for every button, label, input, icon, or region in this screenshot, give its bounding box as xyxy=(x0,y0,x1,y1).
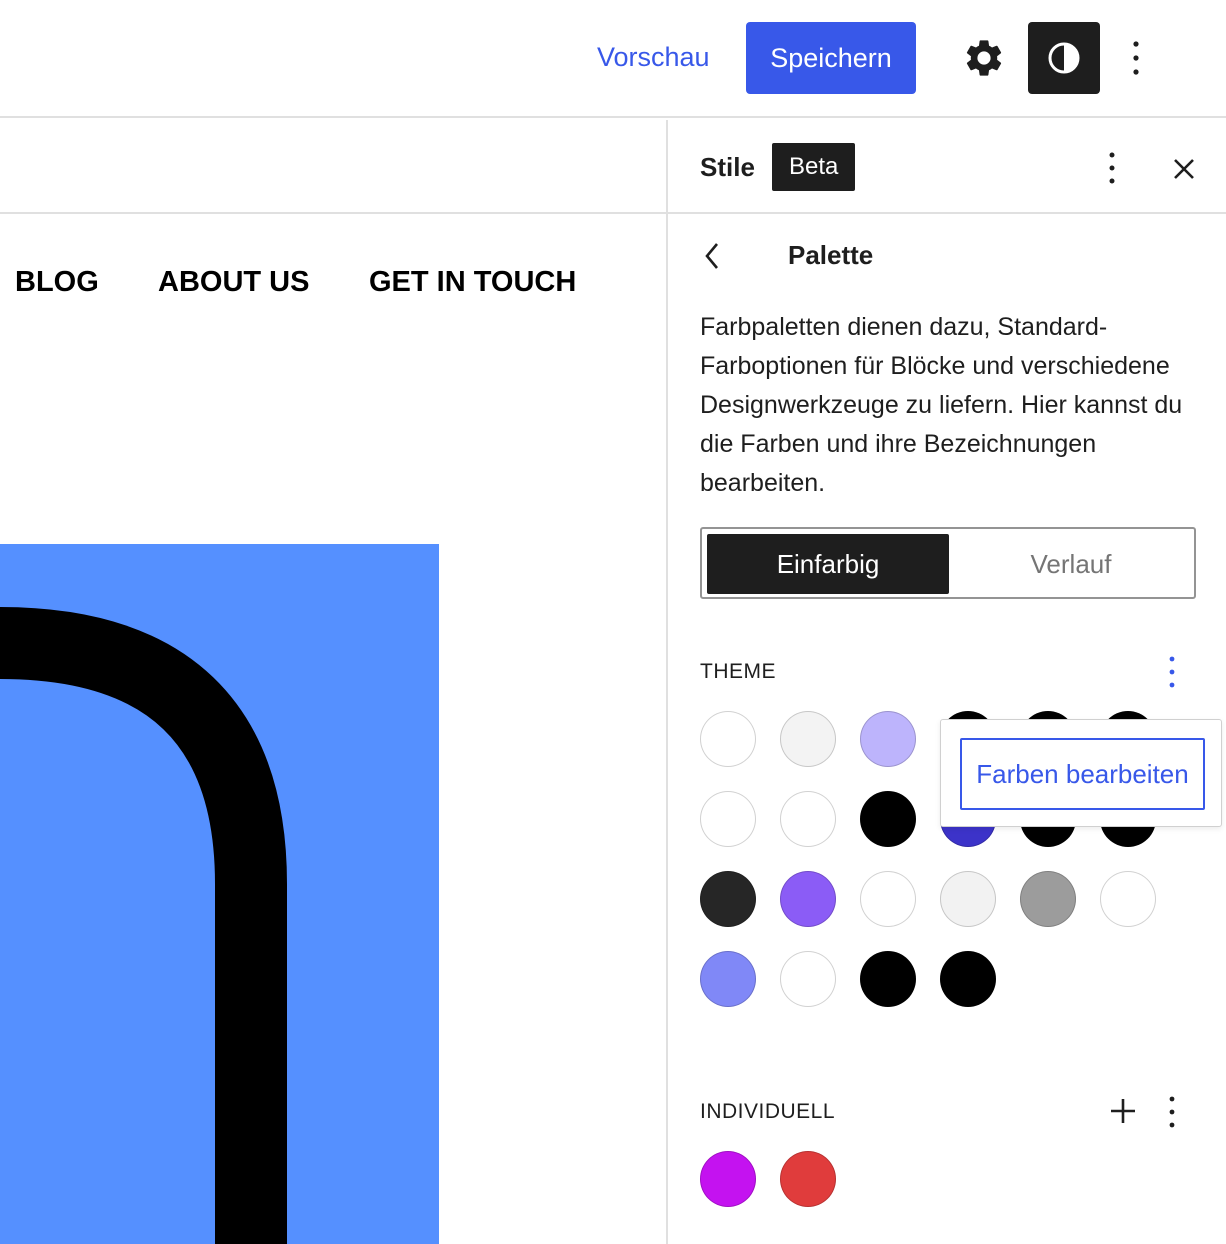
theme-section-label: THEME xyxy=(700,660,776,683)
theme-options-popover: Farben bearbeiten xyxy=(940,719,1222,827)
theme-color-swatch[interactable] xyxy=(860,871,916,927)
theme-color-swatch[interactable] xyxy=(700,711,756,767)
segment-solid[interactable]: Einfarbig xyxy=(707,534,949,594)
segment-gradient[interactable]: Verlauf xyxy=(952,534,1190,594)
save-button[interactable]: Speichern xyxy=(746,22,916,94)
theme-color-swatch[interactable] xyxy=(940,871,996,927)
custom-options-kebab-icon[interactable] xyxy=(1158,1092,1186,1132)
editor-top-toolbar: Vorschau Speichern xyxy=(0,0,1226,118)
styles-sidebar: Stile Beta Palette Farbpaletten dienen d… xyxy=(668,120,1226,1244)
theme-color-swatch[interactable] xyxy=(940,951,996,1007)
options-kebab-icon[interactable] xyxy=(1118,36,1154,80)
styles-toggle-button[interactable] xyxy=(1028,22,1100,94)
theme-color-swatch[interactable] xyxy=(780,711,836,767)
edit-colors-menu-item[interactable]: Farben bearbeiten xyxy=(960,738,1205,810)
add-color-plus-icon[interactable] xyxy=(1108,1096,1138,1126)
theme-color-swatch[interactable] xyxy=(700,951,756,1007)
arch-graphic xyxy=(0,607,287,1244)
custom-section-label: INDIVIDUELL xyxy=(700,1100,836,1123)
theme-color-swatch[interactable] xyxy=(860,951,916,1007)
settings-gear-icon[interactable] xyxy=(962,36,1006,80)
back-chevron-icon[interactable] xyxy=(698,238,728,274)
sidebar-header: Stile Beta xyxy=(668,120,1226,214)
color-type-toggle: Einfarbig Verlauf xyxy=(700,527,1196,599)
sidebar-options-kebab-icon[interactable] xyxy=(1098,148,1126,188)
theme-color-swatch[interactable] xyxy=(1100,871,1156,927)
custom-color-swatch[interactable] xyxy=(700,1151,756,1207)
nav-item-blog[interactable]: BLOG xyxy=(15,266,99,299)
theme-color-swatch[interactable] xyxy=(700,791,756,847)
theme-color-swatch[interactable] xyxy=(1020,871,1076,927)
palette-description: Farbpaletten dienen dazu, Standard-Farbo… xyxy=(700,313,1183,497)
panel-title: Palette xyxy=(788,240,874,270)
hero-image-block[interactable] xyxy=(0,544,439,1244)
canvas-header-strip xyxy=(0,120,666,214)
theme-color-swatch[interactable] xyxy=(780,791,836,847)
theme-color-swatch[interactable] xyxy=(780,951,836,1007)
nav-item-get-in-touch[interactable]: GET IN TOUCH xyxy=(369,266,576,299)
preview-link[interactable]: Vorschau xyxy=(597,42,710,73)
theme-color-swatch[interactable] xyxy=(780,871,836,927)
theme-color-swatch[interactable] xyxy=(860,711,916,767)
theme-color-swatch[interactable] xyxy=(700,871,756,927)
close-icon[interactable] xyxy=(1168,153,1200,185)
theme-color-swatch[interactable] xyxy=(860,791,916,847)
custom-color-swatch[interactable] xyxy=(780,1151,836,1207)
nav-item-about-us[interactable]: ABOUT US xyxy=(158,266,309,299)
editor-canvas[interactable]: BLOG ABOUT US GET IN TOUCH xyxy=(0,120,666,1244)
theme-options-kebab-icon[interactable] xyxy=(1158,652,1186,692)
half-circle-contrast-icon xyxy=(1048,42,1080,74)
sidebar-title: Stile xyxy=(700,152,755,182)
beta-badge: Beta xyxy=(772,143,856,191)
